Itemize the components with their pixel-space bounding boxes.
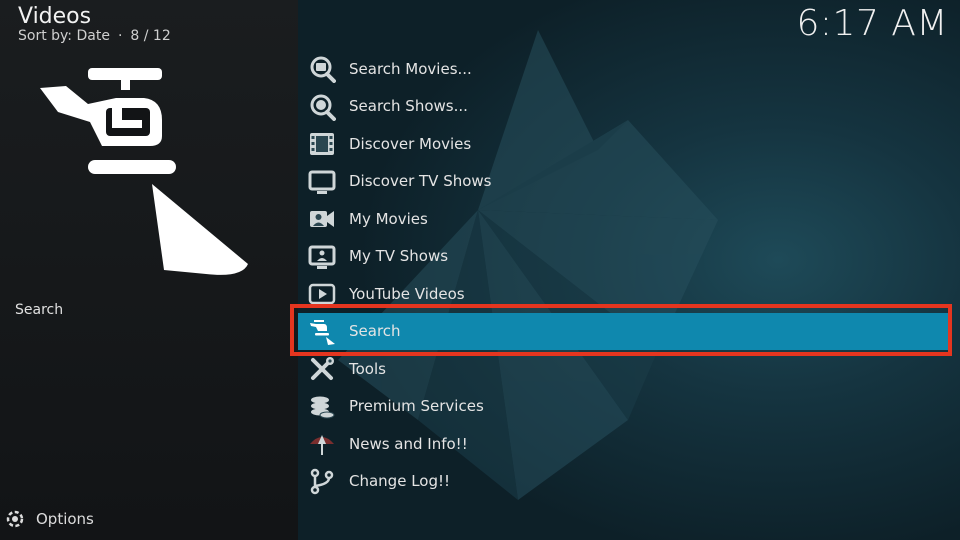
- menu-item-my-movies[interactable]: My Movies: [298, 200, 950, 237]
- menu-item-discover-tv-shows[interactable]: Discover TV Shows: [298, 163, 950, 200]
- window-title: Videos: [18, 4, 92, 29]
- youtube-icon: [308, 283, 336, 305]
- menu-item-label: YouTube Videos: [349, 284, 465, 303]
- menu-item-label: Discover TV Shows: [349, 172, 492, 190]
- menu-item-label: Tools: [349, 359, 386, 378]
- tv-user-icon: [308, 245, 336, 269]
- menu-item-label: Premium Services: [349, 397, 484, 415]
- camera-user-icon: [310, 211, 334, 227]
- menu-item-change-log[interactable]: Change Log!!: [298, 463, 950, 500]
- item-position: 8 / 12: [130, 28, 171, 44]
- branch-icon: [310, 468, 334, 494]
- tools-icon: [311, 357, 334, 380]
- menu-item-premium-services[interactable]: Premium Services: [298, 388, 950, 425]
- left-info-panel: Videos Sort by: Date · 8 / 12 Search Optio…: [0, 0, 298, 540]
- menu-item-label: Discover Movies: [349, 134, 472, 153]
- options-label: Options: [36, 510, 94, 528]
- menu-item-label: Search Shows...: [349, 97, 468, 115]
- menu-item-search[interactable]: Search: [298, 312, 950, 350]
- search-movies-icon: [310, 56, 336, 83]
- sort-label: Sort by: Date: [18, 28, 110, 44]
- menu-item-label: Search: [349, 322, 401, 340]
- searchlight-icon: [40, 68, 248, 275]
- sort-info: Sort by: Date · 8 / 12: [18, 28, 171, 44]
- tv-icon: [308, 170, 336, 194]
- focused-item-label: Search: [15, 302, 64, 318]
- menu-item-label: News and Info!!: [349, 434, 468, 453]
- searchlight-icon: [310, 319, 335, 345]
- menu-item-youtube-videos[interactable]: YouTube Videos: [298, 275, 950, 312]
- menu-item-tools[interactable]: Tools: [298, 350, 950, 387]
- search-shows-icon: [310, 94, 336, 121]
- menu-item-label: My Movies: [349, 209, 428, 228]
- menu-item-discover-movies[interactable]: Discover Movies: [298, 125, 950, 162]
- clock: 6:17 AM: [796, 3, 948, 44]
- menu-item-my-tv-shows[interactable]: My TV Shows: [298, 238, 950, 275]
- menu-item-news-and-info[interactable]: News and Info!!: [298, 425, 950, 462]
- options-icon: [6, 510, 24, 528]
- separator: ·: [117, 28, 123, 44]
- menu-item-label: Change Log!!: [349, 472, 451, 490]
- umbrella-icon: [310, 435, 334, 455]
- menu-item-search-shows[interactable]: Search Shows...: [298, 88, 950, 125]
- coins-icon: [311, 396, 335, 418]
- menu-item-search-movies[interactable]: Search Movies...: [298, 50, 950, 87]
- menu-item-label: My TV Shows: [349, 247, 449, 265]
- film-icon: [310, 133, 334, 155]
- menu-item-label: Search Movies...: [349, 59, 472, 78]
- options-button[interactable]: Options: [6, 510, 94, 528]
